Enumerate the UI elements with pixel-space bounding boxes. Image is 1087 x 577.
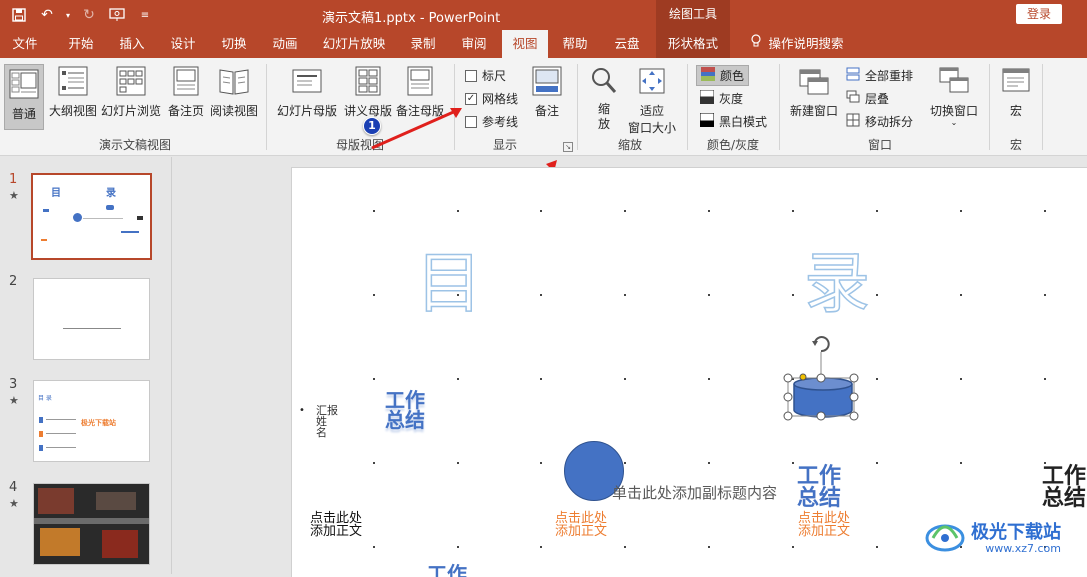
watermark-text: 极光下载站 www.xz7.com [971, 521, 1061, 555]
gridline-dot [960, 294, 962, 296]
gridline-dot [373, 462, 375, 464]
gridline-dot [876, 462, 878, 464]
thumb-photo [40, 528, 80, 556]
annotation-arrow-1 [371, 108, 459, 150]
thumb-photo [96, 492, 136, 510]
gridline-dot [624, 294, 626, 296]
gridline-dot [876, 210, 878, 212]
gridline-dot [624, 462, 626, 464]
reporter-name-text[interactable]: 汇报 姓 名 [316, 405, 338, 438]
thumb-text: 极光下载站 [81, 419, 116, 427]
thumb-title-right: 录 [106, 188, 116, 199]
slide-thumbnail-4[interactable] [33, 483, 150, 565]
thumbnail-number: 4 [9, 480, 18, 495]
slide-thumbnail-2[interactable] [33, 278, 150, 360]
thumb-line [83, 218, 123, 219]
bullet: • [299, 405, 305, 416]
thumb-line [63, 328, 121, 329]
thumb-cylinder [106, 205, 114, 210]
work-summary-text-2[interactable]: 工作 总结 [797, 466, 841, 510]
slide-thumbnails-pane: 1 ★ 目 录 2 3 ★ 目 录 极光下载站 4 ★ [0, 157, 172, 574]
thumb-mark [39, 431, 43, 437]
gridline-dot [373, 546, 375, 548]
gridline-dot [792, 294, 794, 296]
gridline-dot [960, 210, 962, 212]
animation-star-icon: ★ [9, 497, 19, 510]
gridline-dot [708, 378, 710, 380]
thumb-mark [41, 239, 47, 241]
work-bottom-text[interactable]: 工作 [427, 558, 467, 577]
thumbnail-number: 2 [9, 274, 18, 289]
gridline-dot [876, 294, 878, 296]
thumb-bar [121, 231, 139, 233]
slide-title-right[interactable]: 录 [803, 230, 871, 326]
thumb-mark [43, 209, 49, 212]
gridline-dot [792, 210, 794, 212]
selection-handles [783, 336, 859, 421]
gridline-dot [373, 210, 375, 212]
thumb-mark [39, 417, 43, 423]
thumb-band [34, 518, 149, 524]
gridline-dot [457, 546, 459, 548]
annotation-badge-1: 1 [363, 117, 381, 135]
work-summary-text[interactable]: 工作 总结 [385, 390, 425, 430]
thumb-photo [102, 530, 138, 558]
gridline-dot [373, 378, 375, 380]
gridline-dot [960, 378, 962, 380]
gridline-dot [960, 462, 962, 464]
gridline-dot [540, 546, 542, 548]
gridline-dot [1044, 210, 1046, 212]
click-add-text-2[interactable]: 点击此处 添加正文 [555, 512, 607, 538]
slide-canvas[interactable]: 目 录 • 汇报 姓 名 工作 总结 单击此处添加副标题内容 工作 总结 工作 … [291, 167, 1087, 577]
rotate-handle-icon[interactable] [814, 336, 830, 353]
gridline-dot [624, 210, 626, 212]
thumb-line [46, 419, 76, 420]
gridline-dot [624, 378, 626, 380]
gridline-dot [540, 378, 542, 380]
gridline-dot [708, 462, 710, 464]
thumb-title-left: 目 [51, 188, 61, 199]
slide-thumbnail-3[interactable]: 目 录 极光下载站 [33, 380, 150, 462]
gridline-dot [540, 294, 542, 296]
gridline-dot [457, 378, 459, 380]
thumb-photo [38, 488, 74, 514]
watermark-brand: 极光下载站 [971, 521, 1061, 543]
slide-title-left[interactable]: 目 [415, 230, 483, 326]
thumb-mark [39, 445, 43, 451]
gridline-dot [457, 210, 459, 212]
thumb-text: 目 录 [38, 395, 52, 402]
animation-star-icon: ★ [9, 189, 19, 202]
gridline-dot [876, 546, 878, 548]
gridline-dot [373, 294, 375, 296]
gridline-dot [1044, 294, 1046, 296]
work-summary-text-3[interactable]: 工作 总结 [1042, 466, 1086, 510]
gridline-dot [708, 294, 710, 296]
watermark-url: www.xz7.com [985, 541, 1061, 555]
click-add-text-1[interactable]: 点击此处 添加正文 [310, 512, 362, 538]
gridline-dot [624, 546, 626, 548]
animation-star-icon: ★ [9, 394, 19, 407]
thumbnail-number: 1 [9, 172, 18, 187]
slide-thumbnail-1[interactable]: 目 录 [31, 173, 152, 260]
click-add-text-3[interactable]: 点击此处 添加正文 [798, 512, 850, 538]
watermark: 极光下载站 www.xz7.com [925, 520, 1061, 557]
gridline-dot [540, 210, 542, 212]
gridline-dot [792, 546, 794, 548]
gridline-dot [792, 462, 794, 464]
thumb-line [46, 433, 76, 434]
thumb-line [46, 447, 76, 448]
gridline-dot [708, 210, 710, 212]
thumb-circle [73, 213, 82, 222]
gridline-dot [708, 546, 710, 548]
subtitle-placeholder[interactable]: 单击此处添加副标题内容 [612, 482, 777, 503]
thumbnail-number: 3 [9, 377, 18, 392]
gridline-dot [457, 462, 459, 464]
gridline-dot [540, 462, 542, 464]
thumb-mark [137, 216, 143, 220]
gridline-dot [876, 378, 878, 380]
brand-logo-icon [925, 520, 965, 557]
gridline-dot [1044, 378, 1046, 380]
